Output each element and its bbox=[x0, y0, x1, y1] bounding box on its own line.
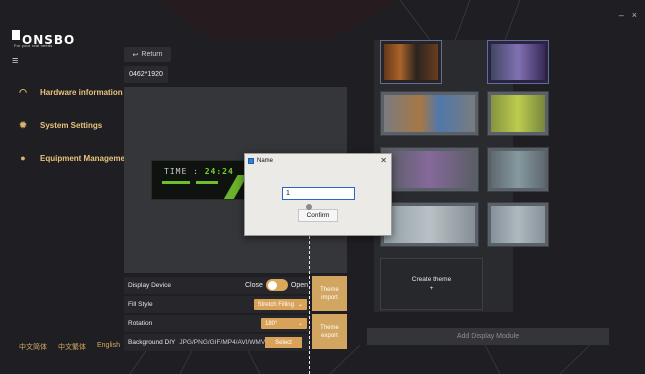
sidebar-item-equipment[interactable]: ● Equipment Management bbox=[18, 153, 132, 163]
rotation-label: Rotation bbox=[128, 320, 153, 327]
theme-export-button[interactable]: Theme export bbox=[312, 314, 347, 349]
fill-style-row: Fill Style Stretch Filling ⌄ bbox=[124, 296, 310, 313]
sidebar-item-system-settings[interactable]: ✹ System Settings bbox=[18, 120, 102, 130]
display-device-toggle[interactable] bbox=[265, 279, 288, 291]
gear-icon: ✹ bbox=[19, 120, 27, 130]
lang-traditional-chinese[interactable]: 中文繁体 bbox=[58, 342, 86, 352]
theme-tile[interactable] bbox=[487, 147, 549, 192]
display-device-toggle-group: Close Open bbox=[245, 279, 308, 291]
rotation-value: 180° bbox=[265, 320, 278, 327]
return-label: Return bbox=[141, 51, 163, 58]
create-theme-label: Create theme bbox=[411, 276, 452, 283]
user-icon: ● bbox=[20, 153, 26, 163]
theme-preview-thumbnail: TIME : 24:24 bbox=[151, 160, 251, 200]
theme-tile[interactable] bbox=[380, 147, 479, 192]
toggle-close-label: Close bbox=[244, 281, 263, 289]
return-arrow-icon: ↩ bbox=[132, 51, 139, 59]
hamburger-icon[interactable]: ≡ bbox=[12, 55, 18, 67]
dialog-header: Name bbox=[245, 154, 391, 168]
select-background-button[interactable]: Select bbox=[265, 337, 302, 348]
theme-tile[interactable] bbox=[487, 91, 549, 136]
sidebar-item-label: Equipment Management bbox=[40, 153, 133, 163]
gauge-icon: ◠ bbox=[19, 87, 27, 97]
close-window-button[interactable]: × bbox=[632, 10, 637, 20]
name-input[interactable]: 1 bbox=[282, 187, 355, 200]
background-diy-row: Background DIY JPG/PNG/GIF/MP4/AVI/WMV S… bbox=[124, 334, 310, 351]
language-switcher: 中文简体 中文繁体 English bbox=[19, 342, 120, 352]
theme-tile[interactable] bbox=[380, 91, 479, 136]
plus-icon: + bbox=[429, 285, 434, 292]
fill-style-label: Fill Style bbox=[128, 301, 153, 308]
sidebar-item-label: System Settings bbox=[40, 120, 103, 130]
theme-tile[interactable] bbox=[487, 40, 549, 84]
rotation-select[interactable]: 180° ⌄ bbox=[261, 318, 307, 329]
add-display-module-button[interactable]: Add Display Module bbox=[367, 328, 609, 345]
lang-english[interactable]: English bbox=[97, 342, 120, 352]
fill-style-select[interactable]: Stretch Filling ⌄ bbox=[253, 299, 307, 310]
display-device-row: Display Device Close Open bbox=[124, 277, 310, 294]
resolution-display: 0462*1920 bbox=[124, 66, 168, 83]
background-formats: JPG/PNG/GIF/MP4/AVI/WMV bbox=[179, 339, 266, 346]
toggle-open-label: Open bbox=[290, 281, 308, 289]
window-icon bbox=[248, 158, 254, 164]
window-controls: – × bbox=[619, 10, 637, 20]
toggle-knob bbox=[267, 280, 277, 290]
create-theme-button[interactable]: Create theme + bbox=[380, 258, 483, 310]
background-label: Background DIY bbox=[128, 339, 176, 346]
cursor-dot bbox=[306, 204, 312, 210]
chevron-down-icon: ⌄ bbox=[297, 302, 303, 308]
logo-tagline: For your real needs bbox=[14, 43, 53, 48]
fill-style-value: Stretch Filling bbox=[257, 301, 294, 308]
close-icon[interactable]: ✕ bbox=[380, 156, 387, 165]
theme-tile[interactable] bbox=[380, 202, 479, 247]
display-device-label: Display Device bbox=[128, 282, 171, 289]
confirm-button[interactable]: Confirm bbox=[298, 209, 338, 222]
lang-simplified-chinese[interactable]: 中文简体 bbox=[19, 342, 47, 352]
chevron-down-icon: ⌄ bbox=[297, 321, 303, 327]
name-dialog: Name ✕ 1 Confirm bbox=[244, 153, 392, 236]
minimize-button[interactable]: – bbox=[619, 10, 624, 20]
theme-tile[interactable] bbox=[487, 202, 549, 247]
cpu-usage-bar bbox=[162, 181, 190, 184]
dialog-title: Name bbox=[257, 158, 274, 164]
sidebar-item-hardware[interactable]: ◠ Hardware information bbox=[18, 87, 123, 97]
brand-logo: ONSBO For your real needs bbox=[12, 30, 102, 50]
logo-mark bbox=[12, 30, 20, 40]
theme-import-button[interactable]: Theme import bbox=[312, 276, 347, 311]
return-button[interactable]: ↩ Return bbox=[124, 47, 171, 62]
rotation-row: Rotation 180° ⌄ bbox=[124, 315, 310, 332]
sidebar-item-label: Hardware information bbox=[40, 87, 123, 97]
theme-tile[interactable] bbox=[380, 40, 442, 84]
